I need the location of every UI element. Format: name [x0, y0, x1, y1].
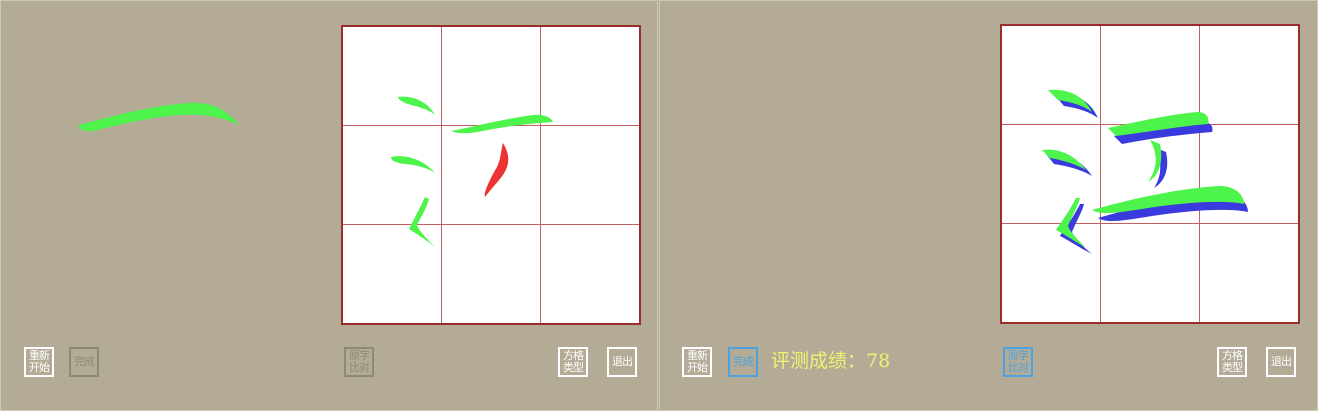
app-root: 重新 开始 完成 原字 比对 方格 类型 退出 重新 开始 完成 原字 比对 方…: [0, 0, 1318, 411]
exit-button[interactable]: 退出: [607, 347, 637, 377]
score-label: 评测成绩：: [771, 350, 867, 372]
writing-grid-evaluated[interactable]: [1000, 24, 1300, 324]
score-value: 78: [866, 350, 891, 372]
grid-type-button[interactable]: 方格 类型: [558, 347, 588, 377]
handwriting-strokes: [391, 96, 553, 247]
done-button-2[interactable]: 完成: [728, 347, 758, 377]
restart-button[interactable]: 重新 开始: [24, 347, 54, 377]
grid-type-button-2[interactable]: 方格 类型: [1217, 347, 1247, 377]
done-button[interactable]: 完成: [69, 347, 99, 377]
compare-original-button-2[interactable]: 原字 比对: [1003, 347, 1033, 377]
writing-grid[interactable]: [341, 25, 641, 325]
compare-original-button[interactable]: 原字 比对: [344, 347, 374, 377]
evaluation-panel: 重新 开始 完成 原字 比对 方格 类型 退出: [659, 0, 1318, 411]
exit-button-2[interactable]: 退出: [1266, 347, 1296, 377]
practice-panel: 重新 开始 完成 原字 比对 方格 类型 退出: [0, 0, 658, 411]
current-stroke-preview: [78, 102, 239, 132]
restart-button-2[interactable]: 重新 开始: [682, 347, 712, 377]
evaluated-strokes: [1042, 89, 1248, 254]
evaluation-score: 评测成绩：78: [771, 346, 890, 373]
